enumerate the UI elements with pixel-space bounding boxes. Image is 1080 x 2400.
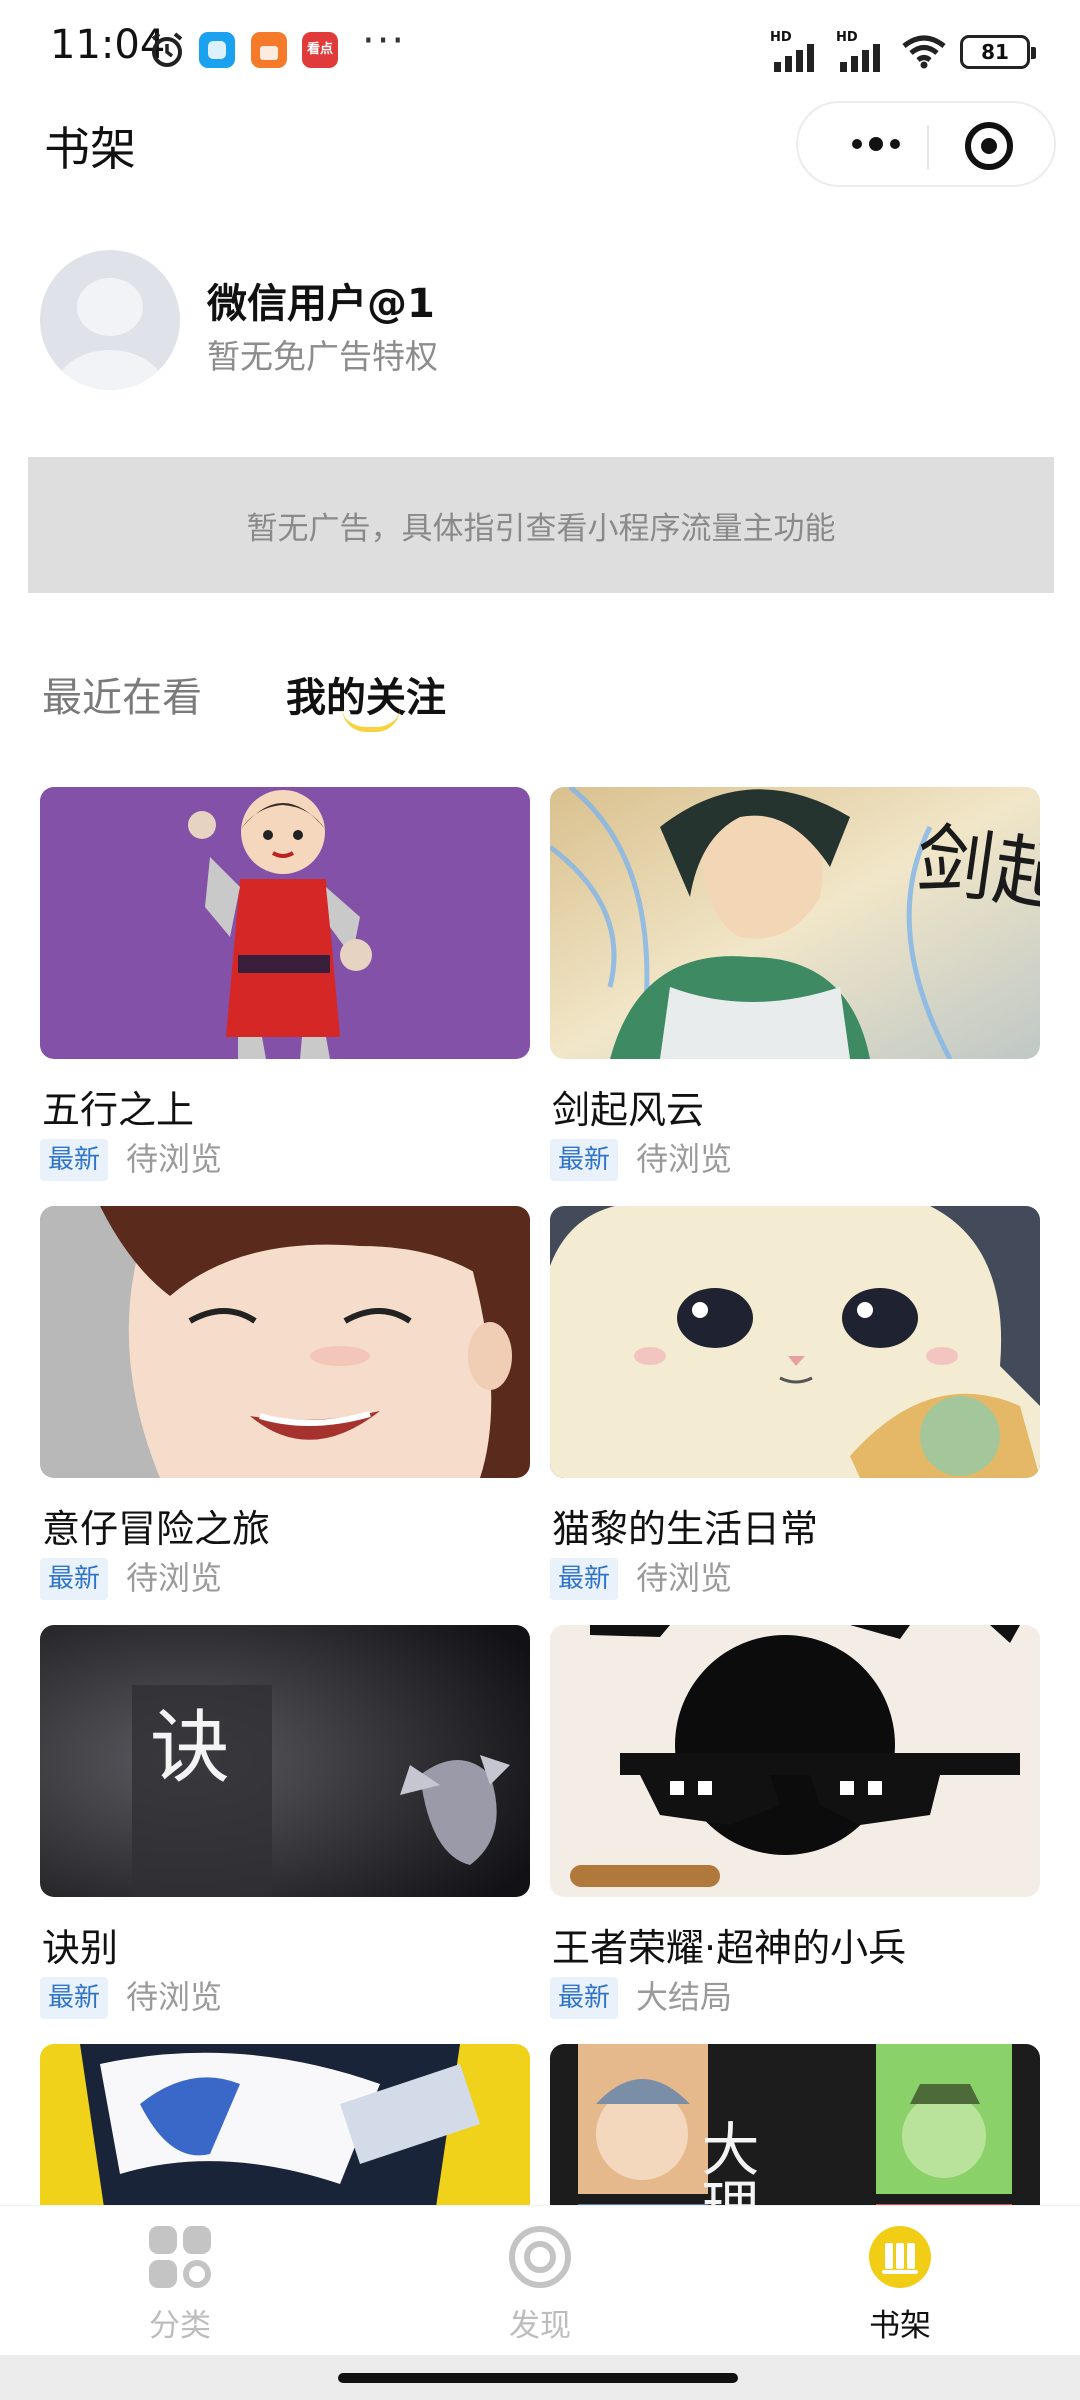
book-cover: 剑起风 bbox=[550, 787, 1040, 1059]
book-title: 猫黎的生活日常 bbox=[552, 1507, 819, 1551]
nav-bookshelf[interactable]: 书架 bbox=[820, 2224, 980, 2344]
kandian-app-icon: 看点 bbox=[302, 32, 338, 68]
nav-label: 发现 bbox=[509, 2308, 571, 2344]
signal-icon-2: HD bbox=[836, 30, 888, 72]
book-title: 诀别 bbox=[42, 1926, 119, 1970]
book-cover bbox=[40, 1206, 530, 1478]
book-cover: 诀 bbox=[40, 1625, 530, 1897]
book-cover bbox=[40, 2044, 530, 2205]
read-status: 大结局 bbox=[636, 1978, 733, 2016]
book-title: 五行之上 bbox=[42, 1088, 195, 1132]
nav-label: 分类 bbox=[149, 2308, 211, 2344]
battery-icon: 81 bbox=[960, 35, 1036, 69]
latest-badge: 最新 bbox=[40, 1977, 109, 2019]
tab-recent[interactable]: 最近在看 bbox=[42, 665, 202, 723]
nav-discover[interactable]: 发现 bbox=[460, 2224, 620, 2344]
book-title: 王者荣耀·超神的小兵 bbox=[552, 1926, 907, 1970]
book-cover bbox=[550, 1625, 1040, 1897]
book-card[interactable] bbox=[40, 2044, 530, 2205]
svg-text:诀: 诀 bbox=[150, 1705, 230, 1793]
home-indicator[interactable] bbox=[338, 2373, 738, 2383]
wifi-icon bbox=[902, 35, 946, 69]
book-card[interactable]: 大理寺 bbox=[550, 2044, 1040, 2205]
latest-badge: 最新 bbox=[550, 1558, 619, 1600]
book-cover bbox=[40, 787, 530, 1059]
bookshelf-icon bbox=[869, 2226, 931, 2288]
mini-program-capsule bbox=[796, 101, 1056, 187]
shopping-bag-icon bbox=[251, 32, 287, 68]
target-icon bbox=[509, 2226, 571, 2288]
read-status: 待浏览 bbox=[636, 1559, 733, 1597]
latest-badge: 最新 bbox=[550, 1139, 619, 1181]
grid-icon bbox=[149, 2226, 211, 2288]
close-mini-program-icon[interactable] bbox=[965, 122, 1013, 170]
more-options-icon[interactable] bbox=[836, 119, 916, 169]
latest-badge: 最新 bbox=[40, 1139, 109, 1181]
alarm-icon bbox=[151, 32, 183, 67]
latest-badge: 最新 bbox=[550, 1977, 619, 2019]
nav-label: 书架 bbox=[869, 2308, 931, 2344]
capsule-divider bbox=[927, 125, 929, 169]
book-title: 剑起风云 bbox=[552, 1088, 705, 1132]
read-status: 待浏览 bbox=[126, 1140, 223, 1178]
book-cover: 大理寺 bbox=[550, 2044, 1040, 2205]
ad-free-privilege: 暂无免广告特权 bbox=[207, 337, 438, 376]
status-right: HD HD 81 bbox=[770, 28, 1036, 76]
read-status: 待浏览 bbox=[126, 1559, 223, 1597]
avatar[interactable] bbox=[40, 250, 180, 390]
read-status: 待浏览 bbox=[636, 1140, 733, 1178]
signal-icon: HD bbox=[770, 30, 822, 72]
book-title: 意仔冒险之旅 bbox=[42, 1507, 271, 1551]
svg-text:大理寺: 大理寺 bbox=[693, 2119, 758, 2205]
username: 微信用户@1 bbox=[207, 281, 435, 327]
status-bar: 11:04 看点 ··· HD HD 81 bbox=[0, 0, 1080, 100]
app-blue-icon bbox=[199, 32, 235, 68]
read-status: 待浏览 bbox=[126, 1978, 223, 2016]
bottom-tab-bar: 分类 发现 书架 bbox=[0, 2205, 1080, 2355]
nav-category[interactable]: 分类 bbox=[100, 2224, 260, 2344]
ad-placeholder-banner: 暂无广告，具体指引查看小程序流量主功能 bbox=[28, 457, 1054, 593]
tab-active-indicator bbox=[342, 708, 400, 732]
status-more-icon: ··· bbox=[362, 18, 407, 64]
page-title: 书架 bbox=[44, 122, 136, 176]
latest-badge: 最新 bbox=[40, 1558, 109, 1600]
book-cover bbox=[550, 1206, 1040, 1478]
